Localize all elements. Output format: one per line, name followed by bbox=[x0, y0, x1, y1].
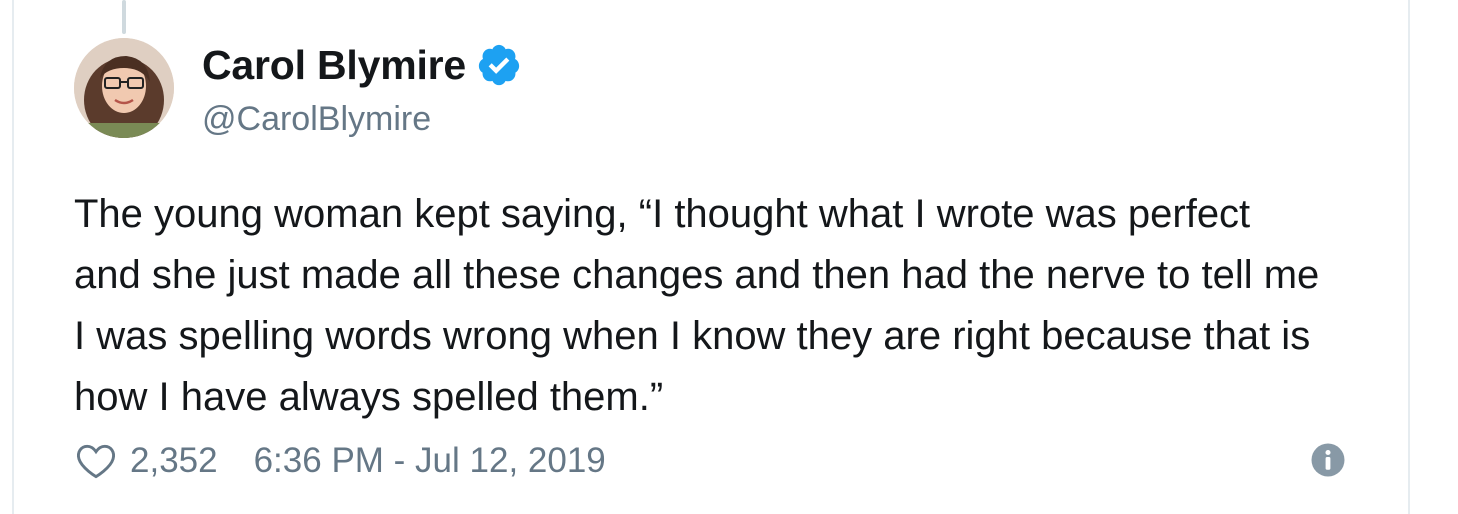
author-display-name[interactable]: Carol Blymire bbox=[202, 40, 466, 90]
tweet-card: Carol Blymire @CarolBlymire The young wo… bbox=[12, 0, 1410, 514]
heart-outline-icon[interactable] bbox=[74, 439, 118, 483]
verified-badge-icon bbox=[478, 44, 520, 86]
tweet-text: The young woman kept saying, “I thought … bbox=[74, 192, 1320, 419]
avatar-photo bbox=[74, 38, 174, 138]
author-handle[interactable]: @CarolBlymire bbox=[202, 98, 431, 140]
tweet-footer: 2,352 6:36 PM - Jul 12, 2019 bbox=[74, 437, 606, 485]
tweet-timestamp[interactable]: 6:36 PM - Jul 12, 2019 bbox=[254, 441, 606, 481]
author-name-row[interactable]: Carol Blymire bbox=[202, 40, 522, 90]
info-circle-icon[interactable] bbox=[1310, 442, 1346, 478]
avatar[interactable] bbox=[74, 38, 174, 138]
thread-connector-line bbox=[122, 0, 126, 34]
like-count[interactable]: 2,352 bbox=[130, 441, 218, 481]
